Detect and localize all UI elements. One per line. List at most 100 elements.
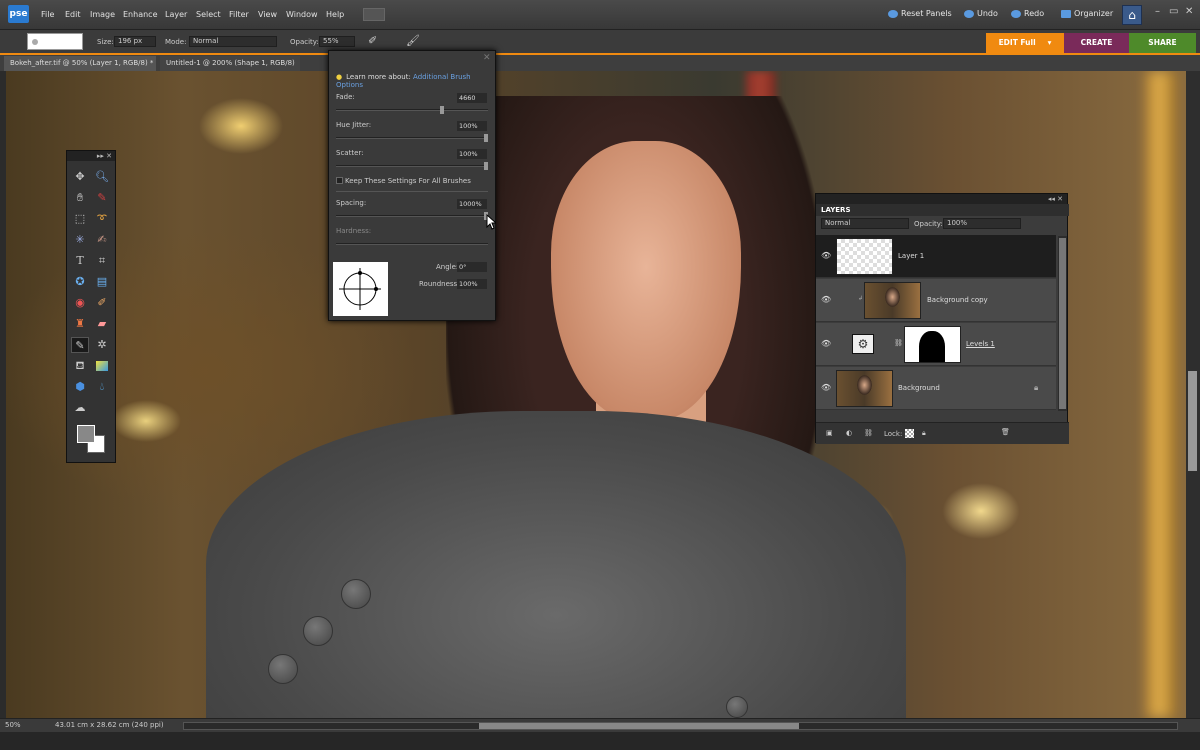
scatter-slider-thumb[interactable] — [484, 162, 488, 170]
hue-jitter-field[interactable]: 100% — [457, 121, 487, 131]
lock-all-icon[interactable]: 🔒︎ — [922, 429, 926, 438]
undo-button[interactable]: Undo — [964, 9, 998, 18]
size-label: Size: — [97, 38, 114, 46]
eye-icon[interactable]: 👁︎ — [821, 295, 831, 304]
cookie-cutter-icon[interactable]: ✪ — [71, 274, 89, 290]
clone-stamp-icon[interactable]: ♜ — [71, 316, 89, 332]
red-eye-icon[interactable]: ◉ — [71, 295, 89, 311]
new-layer-icon[interactable]: ▣ — [826, 429, 833, 437]
menu-view[interactable]: View — [258, 10, 277, 19]
layers-scroll-thumb[interactable] — [1059, 238, 1066, 409]
eye-icon[interactable]: 👁︎ — [821, 251, 831, 260]
close-icon[interactable]: ✕ — [483, 53, 491, 63]
menu-file[interactable]: File — [41, 10, 54, 19]
toolbox-header[interactable]: ▸▸ ✕ — [67, 151, 115, 161]
menu-window[interactable]: Window — [286, 10, 318, 19]
spacing-field[interactable]: 1000% — [457, 199, 487, 209]
zoom-readout[interactable]: 50% — [5, 721, 21, 729]
minimize-button[interactable]: – — [1155, 6, 1160, 17]
eyedropper-icon[interactable]: ✎ — [93, 190, 111, 206]
fade-field[interactable]: 4660 — [457, 93, 487, 103]
layer-row-layer-1[interactable]: 👁︎ Layer 1 — [816, 235, 1056, 278]
crop-icon[interactable]: ⌗ — [93, 253, 111, 269]
adjustment-layer-icon[interactable]: ◐ — [846, 429, 852, 437]
horizontal-scrollbar[interactable] — [183, 722, 1178, 730]
menu-image[interactable]: Image — [90, 10, 115, 19]
quick-selection-icon[interactable]: ✍︎ — [93, 232, 111, 248]
size-field[interactable]: 196 px — [114, 36, 156, 47]
shape-icon[interactable]: ⬢ — [71, 379, 89, 395]
layers-scrollbar[interactable] — [1058, 236, 1067, 411]
brush-tip-preview[interactable] — [333, 262, 388, 316]
chain-link-icon[interactable]: ⛓︎ — [894, 339, 903, 347]
mode-select[interactable]: Normal — [189, 36, 277, 47]
eye-icon[interactable]: 👁︎ — [821, 383, 831, 392]
straighten-icon[interactable]: ▤ — [93, 274, 111, 290]
menu-select[interactable]: Select — [196, 10, 221, 19]
move-icon[interactable]: ✥ — [71, 169, 89, 185]
angle-field[interactable]: 0° — [457, 262, 487, 272]
edit-full-button[interactable]: EDIT Full ▾ — [986, 33, 1064, 53]
hand-icon[interactable]: ✋︎ — [71, 190, 89, 206]
brush-dynamics-icon[interactable]: 🖌 — [406, 34, 420, 47]
hue-jitter-slider-thumb[interactable] — [484, 134, 488, 142]
share-button[interactable]: SHARE — [1129, 33, 1196, 53]
gradient-icon[interactable] — [96, 361, 108, 371]
sponge-icon[interactable]: ☁︎ — [71, 400, 89, 416]
magic-wand-icon[interactable]: ✳︎ — [71, 232, 89, 248]
menu-help[interactable]: Help — [326, 10, 344, 19]
arrange-documents-button[interactable] — [363, 8, 385, 21]
layer-opacity-field[interactable]: 100% — [943, 218, 1021, 229]
menu-enhance[interactable]: Enhance — [123, 10, 158, 19]
link-layers-icon[interactable]: ⛓︎ — [864, 429, 873, 437]
foreground-color-swatch[interactable] — [77, 425, 95, 443]
menu-filter[interactable]: Filter — [229, 10, 249, 19]
impressionist-brush-icon[interactable]: ✲ — [93, 337, 111, 353]
reset-panels-button[interactable]: Reset Panels — [888, 9, 952, 18]
create-button[interactable]: CREATE — [1064, 33, 1129, 53]
tab-label: Bokeh_after.tif @ 50% (Layer 1, RGB/8) * — [10, 59, 154, 67]
layer-row-background[interactable]: 👁︎ Background 🔒︎ — [816, 367, 1056, 410]
fade-slider[interactable] — [336, 106, 488, 114]
vertical-scroll-thumb[interactable] — [1188, 371, 1197, 471]
scatter-field[interactable]: 100% — [457, 149, 487, 159]
lock-transparency-icon[interactable] — [905, 429, 914, 438]
blend-mode-select[interactable]: Normal — [821, 218, 909, 229]
redo-button[interactable]: Redo — [1011, 9, 1044, 18]
mouse-cursor — [486, 214, 496, 230]
type-icon[interactable]: T — [71, 253, 89, 269]
horizontal-scroll-thumb[interactable] — [479, 723, 799, 729]
menu-layer[interactable]: Layer — [165, 10, 187, 19]
layer-row-levels-1[interactable]: 👁︎ ⚙ ⛓︎ Levels 1 — [816, 323, 1056, 366]
brush-picker[interactable] — [27, 33, 83, 50]
keep-settings-checkbox[interactable] — [336, 177, 343, 184]
scatter-slider[interactable] — [336, 162, 488, 170]
lasso-icon[interactable]: ➰︎ — [93, 211, 111, 227]
zoom-icon[interactable]: 🔍︎ — [93, 169, 111, 185]
spot-healing-icon[interactable]: ✐ — [93, 295, 111, 311]
tab-bokeh-after[interactable]: Bokeh_after.tif @ 50% (Layer 1, RGB/8) *… — [4, 56, 156, 82]
menu-edit[interactable]: Edit — [65, 10, 81, 19]
organizer-button[interactable]: Organizer — [1061, 9, 1113, 18]
hue-jitter-slider[interactable] — [336, 134, 488, 142]
home-icon[interactable]: ⌂ — [1122, 5, 1142, 25]
opacity-field[interactable]: 55% — [319, 36, 355, 47]
tab-untitled-1[interactable]: Untitled-1 @ 200% (Shape 1, RGB/8) * ✕ — [160, 56, 300, 82]
layers-panel-header[interactable]: ◂◂ ✕ — [816, 194, 1067, 204]
trash-icon[interactable]: 🗑︎ — [1001, 428, 1010, 436]
roundness-field[interactable]: 100% — [457, 279, 487, 289]
eraser-icon[interactable]: ▰ — [93, 316, 111, 332]
brush-icon[interactable]: ✎ — [71, 337, 89, 353]
layer-row-background-copy[interactable]: 👁︎ ↲ Background copy — [816, 279, 1056, 322]
eye-icon[interactable]: 👁︎ — [821, 339, 831, 348]
blur-icon[interactable]: 💧︎ — [93, 379, 111, 395]
paint-bucket-icon[interactable]: ⛾︎ — [71, 358, 89, 374]
maximize-button[interactable]: ▭ — [1169, 6, 1178, 17]
fade-slider-thumb[interactable] — [440, 106, 444, 114]
vertical-scrollbar[interactable] — [1186, 71, 1200, 718]
marquee-icon[interactable]: ⬚ — [71, 211, 89, 227]
layer-name: Layer 1 — [898, 252, 925, 260]
close-button[interactable]: ✕ — [1185, 6, 1193, 17]
spacing-slider[interactable] — [336, 212, 488, 220]
airbrush-icon[interactable]: ✐ — [368, 34, 377, 47]
